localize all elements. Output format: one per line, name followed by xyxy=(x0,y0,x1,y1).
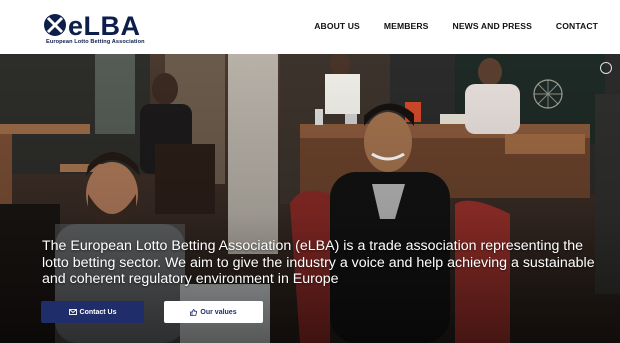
hero-photo xyxy=(0,54,620,343)
contact-us-label: Contact Us xyxy=(79,308,117,316)
our-values-label: Our values xyxy=(200,308,237,316)
logo-name: eLBA xyxy=(68,11,141,41)
nav-contact[interactable]: CONTACT xyxy=(556,19,598,33)
logo[interactable]: eLBA European Lotto Betting Association xyxy=(42,10,146,48)
main-nav: ABOUT US MEMBERS NEWS AND PRESS CONTACT xyxy=(314,19,598,33)
hero-description: The European Lotto Betting Association (… xyxy=(42,238,595,287)
thumbs-up-icon xyxy=(190,308,198,316)
contact-us-button[interactable]: Contact Us xyxy=(41,301,144,323)
site-header: eLBA European Lotto Betting Association … xyxy=(0,0,620,54)
hero-banner: The European Lotto Betting Association (… xyxy=(0,54,620,343)
nav-news-and-press[interactable]: NEWS AND PRESS xyxy=(453,19,532,33)
slider-dot[interactable] xyxy=(600,62,612,74)
nav-members[interactable]: MEMBERS xyxy=(384,19,429,33)
our-values-button[interactable]: Our values xyxy=(164,301,263,323)
logo-tagline: European Lotto Betting Association xyxy=(46,39,145,45)
envelope-icon xyxy=(68,309,77,315)
nav-about-us[interactable]: ABOUT US xyxy=(314,19,360,33)
